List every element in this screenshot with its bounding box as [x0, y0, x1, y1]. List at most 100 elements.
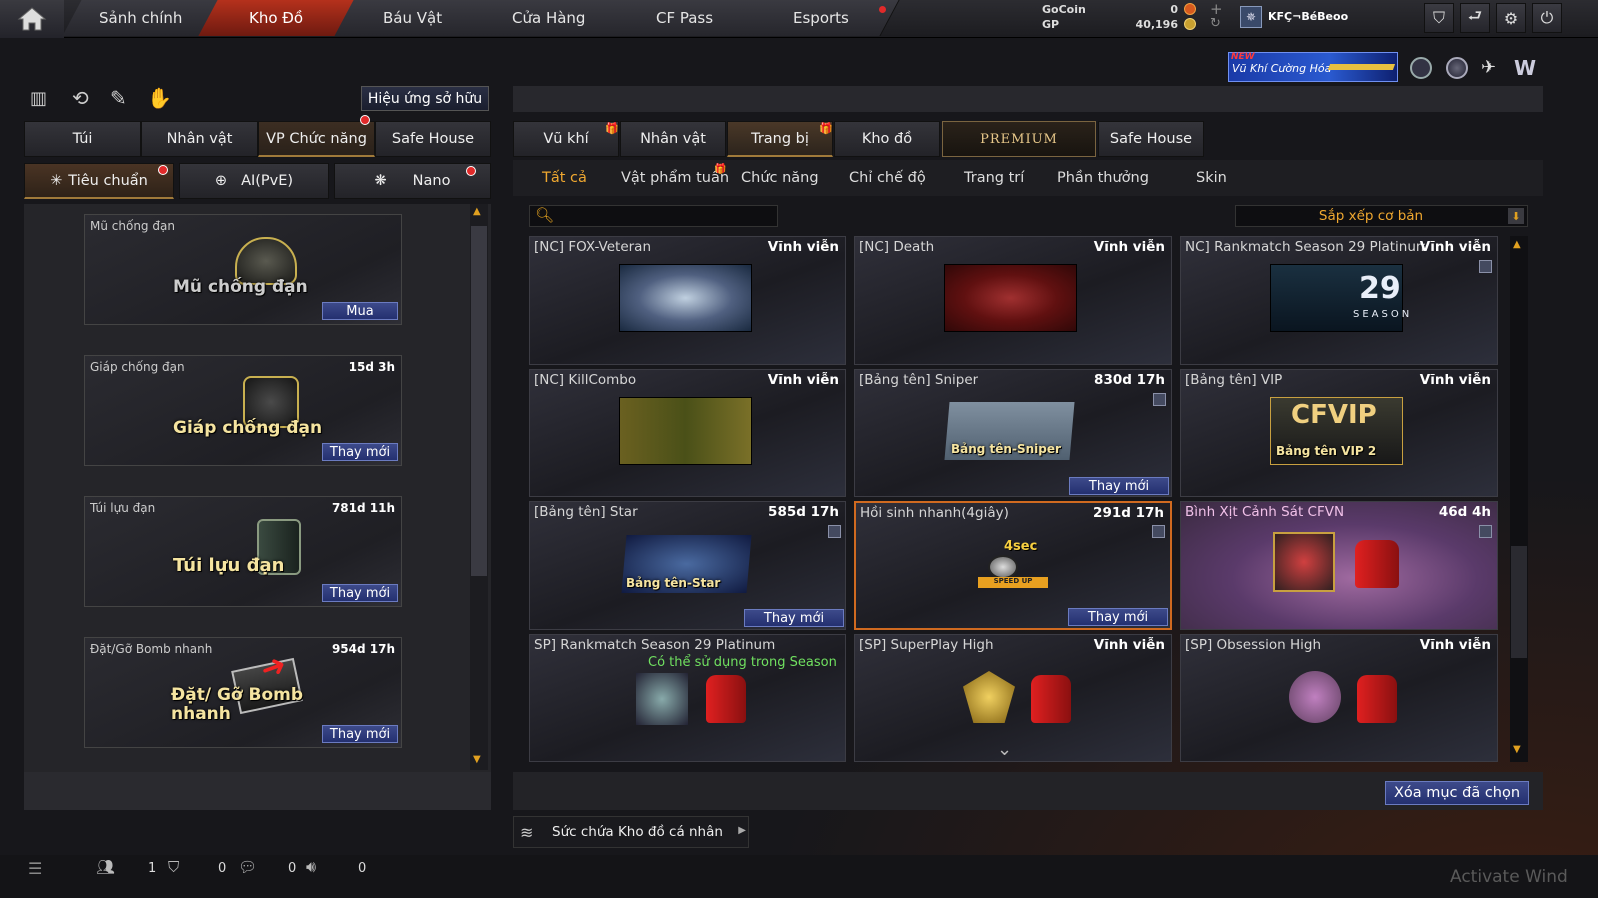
scroll-down-icon[interactable]: ▼ [1513, 744, 1521, 755]
subtab-rewards[interactable]: Phần thưởng [1057, 170, 1149, 186]
nav-tab-lobby[interactable]: Sảnh chính [62, 0, 220, 36]
renew-button[interactable]: Thay mới [1068, 608, 1168, 626]
buy-button[interactable]: Mua [322, 302, 398, 320]
renew-button[interactable]: Thay mới [744, 609, 844, 627]
home-button[interactable] [0, 0, 64, 38]
right-tab-character[interactable]: Nhân vật [620, 121, 726, 157]
inventory-item[interactable]: Bình Xịt Cảnh Sát CFVN 46d 4h [1180, 501, 1498, 630]
power-button[interactable]: ⏻ [1532, 3, 1562, 33]
expand-chevron-icon[interactable]: ⌄ [997, 739, 1012, 760]
chat-count: 0 [288, 861, 297, 876]
right-tab-storage[interactable]: Kho đồ [834, 121, 940, 157]
equipment-card[interactable]: Giáp chống đạn 15d 3h Giáp chống đạn Tha… [84, 355, 402, 466]
spray-icon[interactable]: ✎ [110, 86, 132, 110]
inventory-item[interactable]: [Bảng tên] VIP Vĩnh viễn CFVIP Bảng tên … [1180, 369, 1498, 497]
glove-icon[interactable]: ✋ [147, 86, 172, 110]
settings-button[interactable]: ⚙ [1496, 3, 1526, 33]
weapon-upgrade-banner[interactable]: NEW Vũ Khí Cường Hóa [1228, 52, 1398, 82]
search-input[interactable]: 🔍︎ [529, 205, 778, 227]
gift-icon: 🎁 [714, 164, 727, 175]
inventory-item[interactable]: [Bảng tên] Sniper 830d 17h Bảng tên-Snip… [854, 369, 1172, 497]
right-tab-premium[interactable]: PREMIUM [942, 121, 1096, 157]
right-scrollbar[interactable]: ▲ ▼ [1510, 236, 1528, 762]
subtab-mode-only[interactable]: Chỉ chế độ [849, 170, 926, 186]
trash-icon[interactable] [1479, 525, 1492, 538]
item-title: Túi lựu đạn [90, 501, 156, 515]
exit-room-button[interactable]: ⮐ [1460, 3, 1490, 33]
delete-selected-button[interactable]: Xóa mục đã chọn [1385, 781, 1529, 805]
inventory-item[interactable]: [NC] FOX-Veteran Vĩnh viễn [529, 236, 846, 365]
rocket-icon[interactable]: ✈ [1481, 57, 1503, 79]
season-29-emblem-icon: 29 SEASON [1270, 264, 1409, 332]
equipment-card[interactable]: Đặt/Gỡ Bomb nhanh 954d 17h ➜ Đặt/ Gỡ Bom… [84, 637, 402, 748]
friends-icon[interactable]: 👥︎ [96, 858, 115, 876]
equipment-card[interactable]: Túi lựu đạn 781d 11h Túi lựu đạn Thay mớ… [84, 496, 402, 607]
nav-tab-shop[interactable]: Cửa Hàng [470, 0, 628, 36]
item-duration: Vĩnh viễn [1419, 239, 1491, 255]
subtab-function[interactable]: Chức năng [741, 170, 819, 186]
right-tab-equipment[interactable]: Trang bị [727, 121, 833, 157]
event-icon-1[interactable] [1410, 57, 1432, 79]
inventory-item[interactable]: [Bảng tên] Star 585d 17h Bảng tên-Star T… [529, 501, 846, 630]
owned-effects-button[interactable]: Hiệu ứng sở hữu [361, 86, 489, 111]
w-logo-icon[interactable]: W [1514, 56, 1536, 80]
nav-tab-cfpass[interactable]: CF Pass [606, 0, 764, 36]
police-badge-icon [1273, 532, 1335, 592]
inventory-item[interactable]: [SP] SuperPlay High Vĩnh viễn ⌄ [854, 634, 1172, 762]
inventory-item[interactable]: [SP] Obsession High Vĩnh viễn [1180, 634, 1498, 762]
nav-tab-treasure[interactable]: Báu Vật [334, 0, 492, 36]
renew-button[interactable]: Thay mới [1069, 477, 1169, 495]
clan-shield-icon[interactable]: ⛉ [168, 858, 179, 876]
scroll-down-icon[interactable]: ▼ [473, 754, 481, 765]
equipment-card[interactable]: Mũ chống đạn Mũ chống đạn Mua [84, 214, 402, 325]
refresh-icon[interactable]: ↻ [1210, 16, 1221, 31]
inventory-item[interactable]: NC] Rankmatch Season 29 Platinum Vĩnh vi… [1180, 236, 1498, 365]
scroll-thumb[interactable] [1511, 546, 1527, 658]
nav-tab-inventory[interactable]: Kho Đồ [198, 0, 356, 36]
spray-can-icon [706, 675, 746, 723]
inventory-grid: [NC] FOX-Veteran Vĩnh viễn [NC] Death Vĩ… [527, 234, 1511, 764]
inventory-item[interactable]: SP] Rankmatch Season 29 Platinum Có thể … [529, 634, 846, 762]
inventory-item-selected[interactable]: Hồi sinh nhanh(4giây) 291d 17h 4sec SPEE… [854, 501, 1172, 630]
trash-icon[interactable] [1479, 260, 1492, 273]
capacity-bar[interactable]: ≋ Sức chứa Kho đồ cá nhân ▶ [513, 816, 749, 848]
inventory-item[interactable]: [NC] KillCombo Vĩnh viễn [529, 369, 846, 497]
speaker-icon[interactable]: 🔊︎ [306, 857, 316, 877]
scroll-up-icon[interactable]: ▲ [1513, 239, 1521, 250]
sort-dropdown[interactable]: Sắp xếp cơ bản ⬇ [1235, 205, 1528, 227]
scroll-thumb[interactable] [471, 226, 487, 576]
mode-ai-pve[interactable]: ⊕ AI(PvE) [179, 163, 329, 199]
killcombo-emblem-icon [619, 397, 752, 465]
scroll-up-icon[interactable]: ▲ [473, 206, 481, 217]
subtab-all[interactable]: Tất cả [542, 170, 587, 186]
renew-button[interactable]: Thay mới [322, 725, 398, 743]
nav-tab-esports[interactable]: Esports [742, 0, 900, 36]
left-scrollbar[interactable]: ▲ ▼ [470, 204, 488, 770]
renew-button[interactable]: Thay mới [322, 443, 398, 461]
left-tab-function-items[interactable]: VP Chức năng [258, 121, 375, 157]
list-icon[interactable]: ☰ [28, 859, 42, 878]
right-tab-safe-house[interactable]: Safe House [1098, 121, 1204, 157]
shield-button[interactable]: ⛉ [1424, 3, 1454, 33]
mode-standard[interactable]: ✳ Tiêu chuẩn [24, 163, 174, 199]
inventory-item[interactable]: [NC] Death Vĩnh viễn [854, 236, 1172, 365]
globe-icon[interactable] [1446, 57, 1468, 79]
subtab-skin[interactable]: Skin [1196, 170, 1227, 186]
trash-icon[interactable] [828, 525, 841, 538]
stats-icon[interactable]: ▥ [30, 88, 52, 110]
left-tab-bag[interactable]: Túi [24, 121, 141, 157]
chat-icon[interactable]: 💬︎ [238, 858, 257, 876]
trash-icon[interactable] [1153, 393, 1166, 406]
left-tab-safe-house[interactable]: Safe House [375, 121, 491, 157]
gift-icon: 🎁 [819, 122, 833, 135]
history-icon[interactable]: ⟲ [72, 86, 94, 110]
subtab-weekly[interactable]: Vật phẩm tuần [621, 170, 729, 186]
subtab-decor[interactable]: Trang trí [964, 170, 1024, 186]
sort-down-icon[interactable]: ⬇ [1508, 208, 1524, 224]
renew-button[interactable]: Thay mới [322, 584, 398, 602]
trash-icon[interactable] [1152, 525, 1165, 538]
item-duration: 585d 17h [768, 504, 839, 520]
item-duration: 46d 4h [1438, 504, 1491, 520]
right-tab-weapons[interactable]: Vũ khí [513, 121, 619, 157]
left-tab-character[interactable]: Nhân vật [141, 121, 258, 157]
